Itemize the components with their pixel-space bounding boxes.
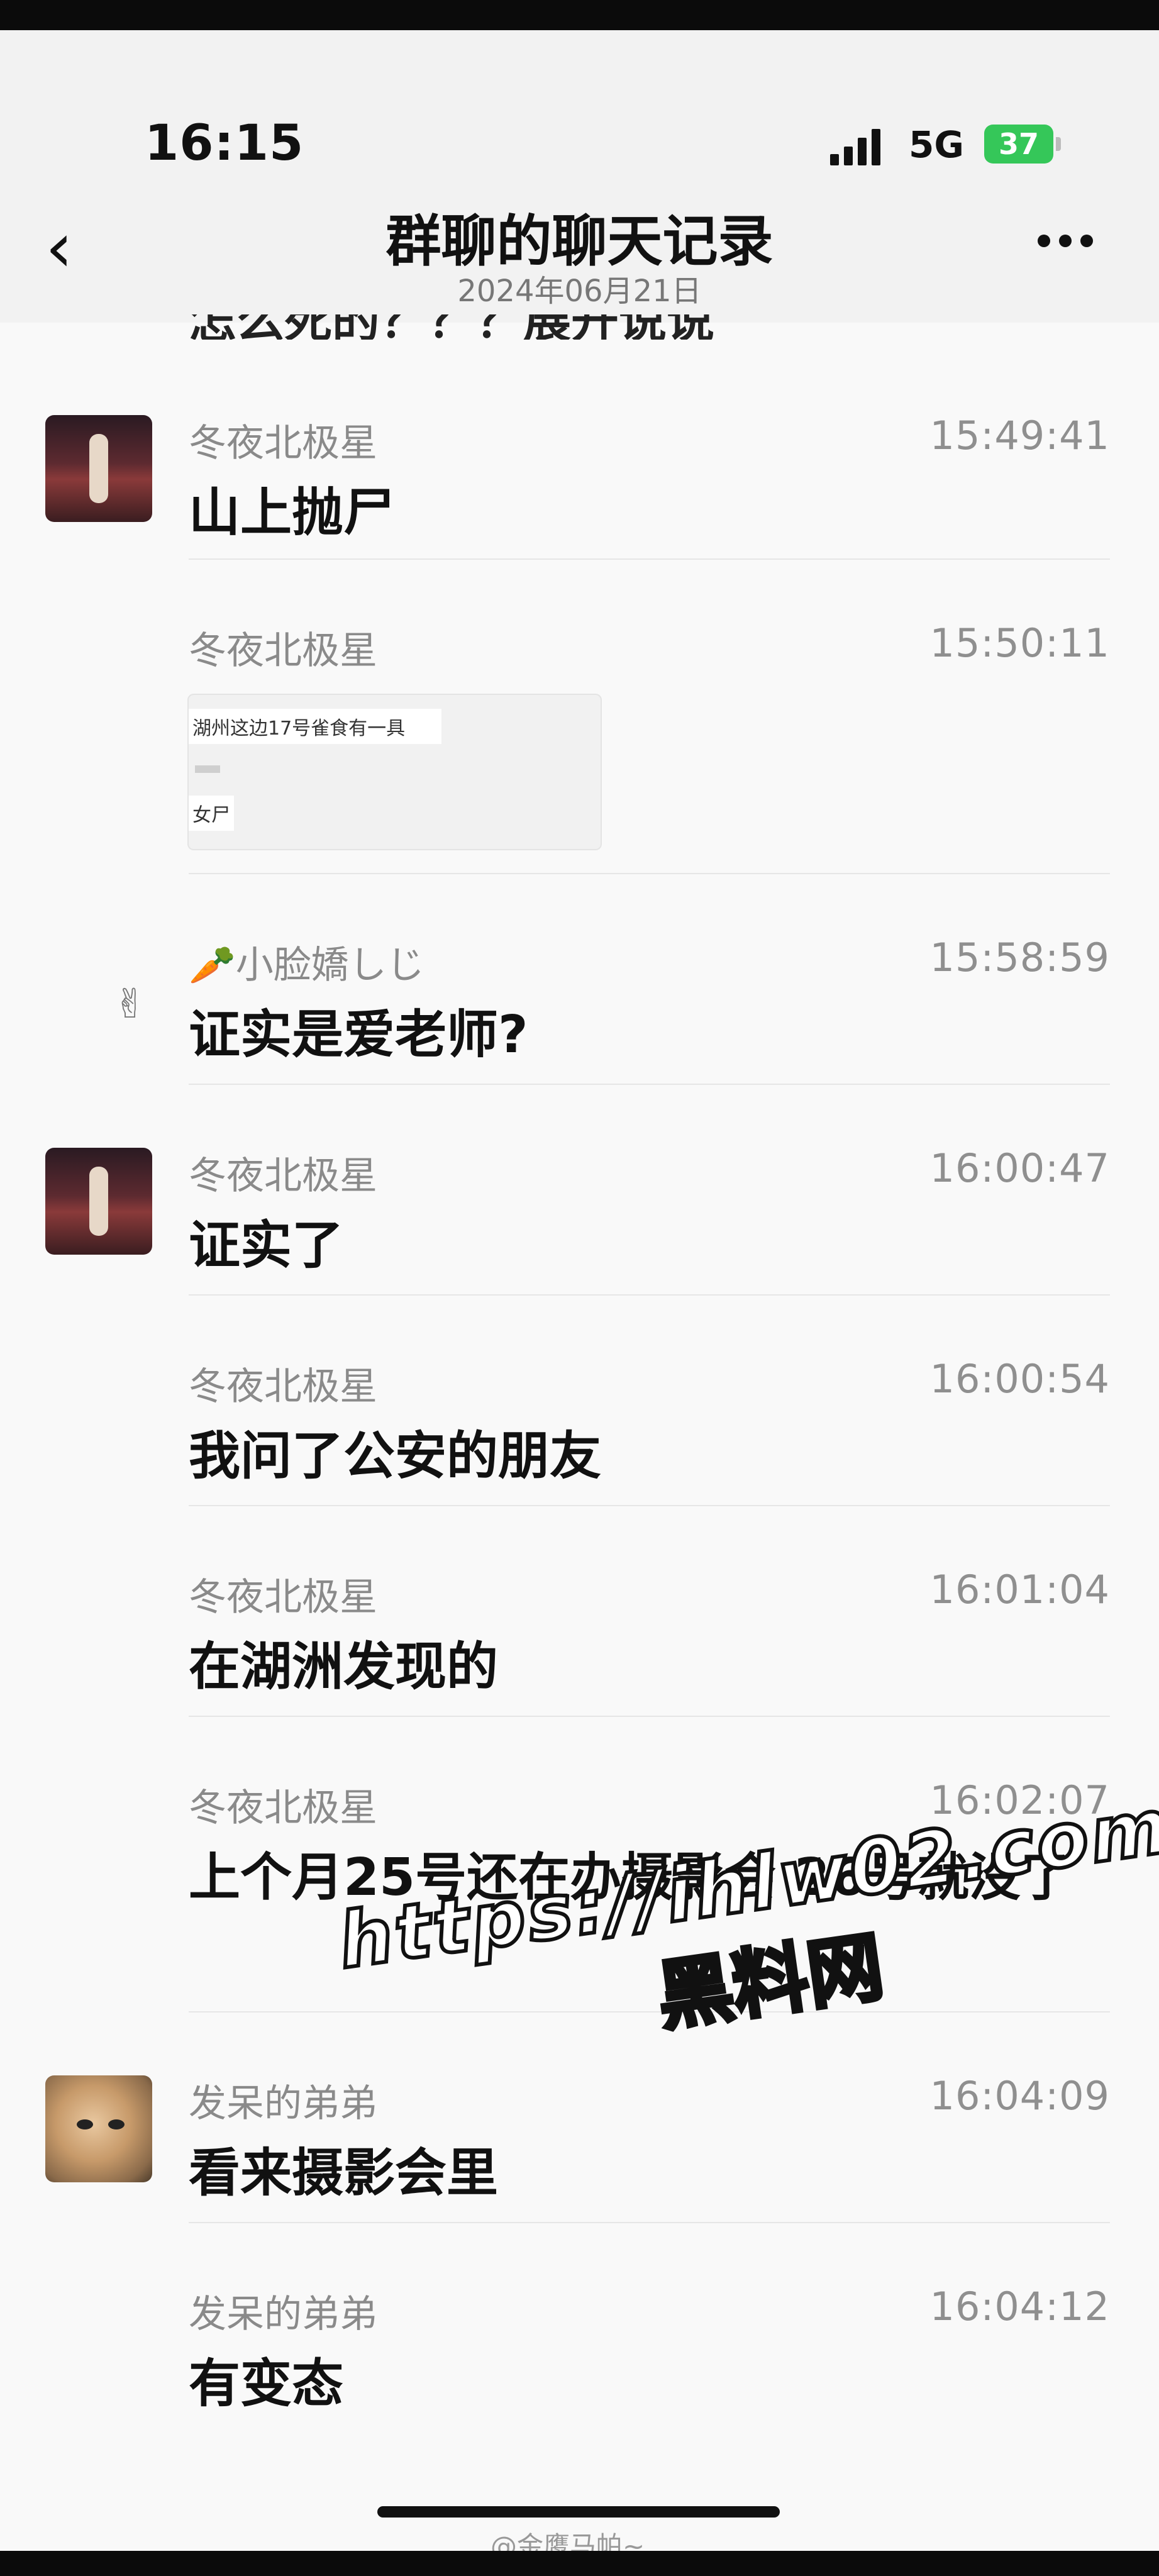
status-time: 16:15 bbox=[145, 115, 304, 172]
message-item[interactable]: 发呆的弟弟 16:04:12 有变态 bbox=[0, 2223, 1159, 2434]
bottom-black-border bbox=[0, 2551, 1159, 2576]
message-item[interactable]: 冬夜北极星 16:01:04 在湖洲发现的 bbox=[0, 1506, 1159, 1717]
status-bar: 16:15 5G 37 bbox=[0, 30, 1159, 172]
sender-name: 发呆的弟弟 bbox=[189, 2082, 377, 2126]
message-text: 证实了 bbox=[189, 1216, 344, 1275]
page-date: 2024年06月21日 bbox=[457, 274, 702, 309]
avatar[interactable] bbox=[45, 415, 152, 522]
message-item[interactable]: 冬夜北极星 16:00:54 我问了公安的朋友 bbox=[0, 1296, 1159, 1506]
hand-icon: ✌ bbox=[113, 981, 147, 1028]
message-time: 16:00:47 bbox=[929, 1145, 1110, 1191]
message-time: 16:04:09 bbox=[929, 2073, 1110, 2119]
avatar[interactable] bbox=[45, 1148, 152, 1255]
message-text: 山上抛尸 bbox=[189, 483, 396, 543]
home-indicator[interactable] bbox=[377, 2506, 780, 2518]
message-time: 15:50:11 bbox=[929, 620, 1110, 666]
battery-icon: 37 bbox=[984, 125, 1061, 164]
message-time: 16:01:04 bbox=[929, 1567, 1110, 1613]
message-time: 15:58:59 bbox=[929, 935, 1110, 980]
message-time: 16:04:12 bbox=[929, 2284, 1110, 2329]
sender-name: 发呆的弟弟 bbox=[189, 2292, 377, 2336]
network-label: 5G bbox=[909, 123, 964, 166]
message-text: 在湖洲发现的 bbox=[189, 1637, 499, 1697]
sender-name: 冬夜北极星 bbox=[189, 1154, 377, 1198]
sender-name: 冬夜北极星 bbox=[189, 1365, 377, 1409]
message-list[interactable]: 冬夜北极星 15:49:41 山上抛尸 冬夜北极星 15:50:11 湖州这边1… bbox=[0, 352, 1159, 2434]
sender-name: 冬夜北极星 bbox=[189, 1786, 377, 1830]
page-title: 群聊的聊天记录 bbox=[385, 209, 774, 274]
clipped-message-text: 怎么死的？？？展开说说 bbox=[189, 314, 818, 340]
sender-name: 冬夜北极星 bbox=[189, 1575, 377, 1619]
message-item[interactable]: 冬夜北极星 16:00:47 证实了 bbox=[0, 1085, 1159, 1296]
sender-name: 冬夜北极星 bbox=[189, 629, 377, 673]
message-item[interactable]: 冬夜北极星 15:49:41 山上抛尸 bbox=[0, 352, 1159, 560]
message-text: 有变态 bbox=[189, 2354, 344, 2414]
message-text: 看来摄影会里 bbox=[189, 2143, 499, 2203]
image-text-line: 女尸 bbox=[189, 796, 234, 831]
top-black-border bbox=[0, 0, 1159, 30]
sender-name: 🥕小脸嬌しじ bbox=[189, 943, 424, 987]
sender-name: 冬夜北极星 bbox=[189, 421, 377, 465]
message-text: 证实是爱老师? bbox=[189, 1005, 528, 1065]
image-text-line: 湖州这边17号雀食有一具 bbox=[189, 709, 441, 744]
message-time: 15:49:41 bbox=[929, 413, 1110, 458]
avatar[interactable] bbox=[45, 2075, 152, 2182]
nav-bar: ‹ 群聊的聊天记录 2024年06月21日 bbox=[0, 172, 1159, 323]
message-item[interactable]: ✌ 🥕小脸嬌しじ 15:58:59 证实是爱老师? bbox=[0, 874, 1159, 1085]
message-time: 16:00:54 bbox=[929, 1356, 1110, 1402]
image-attachment[interactable]: 湖州这边17号雀食有一具 女尸 bbox=[189, 695, 601, 849]
signal-icon bbox=[830, 128, 880, 165]
message-text: 我问了公安的朋友 bbox=[189, 1426, 602, 1486]
more-icon[interactable] bbox=[1038, 235, 1107, 253]
message-item[interactable]: 冬夜北极星 15:50:11 湖州这边17号雀食有一具 女尸 bbox=[0, 560, 1159, 874]
